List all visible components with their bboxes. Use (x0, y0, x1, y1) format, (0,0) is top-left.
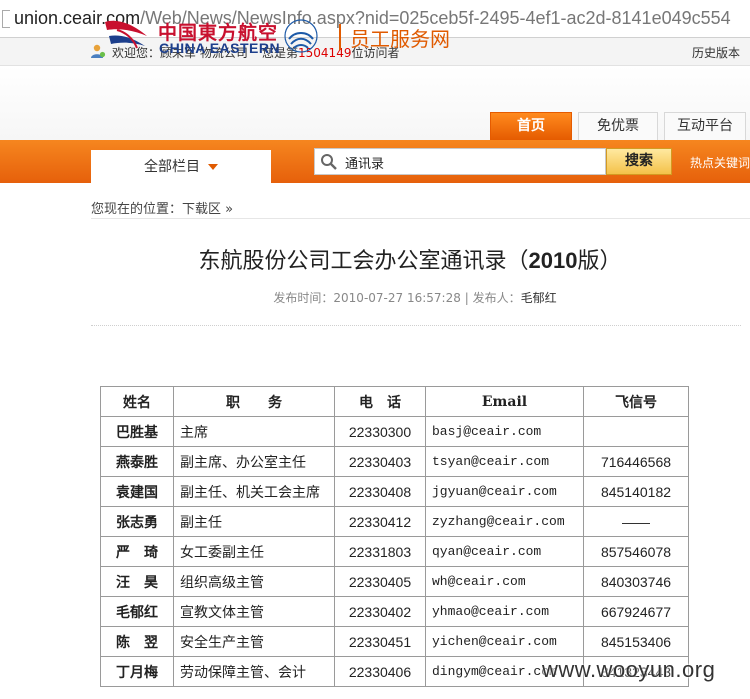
table-row: 张志勇 副主任 22330412 zyzhang@ceair.com —— (100, 506, 689, 537)
cell-fetion: 667924677 (583, 596, 689, 627)
cell-name: 严 琦 (100, 536, 174, 567)
search-icon (321, 154, 337, 170)
cell-fetion: 845153406 (583, 626, 689, 657)
cell-name: 巴胜基 (100, 416, 174, 447)
breadcrumb-prefix: 您现在的位置： (91, 202, 183, 217)
cell-name: 陈 翌 (100, 626, 174, 657)
contact-table: 姓名 职 务 电 话 Email 飞信号 巴胜基 主席 22330300 basj@c… (100, 386, 689, 687)
cell-email[interactable]: zyzhang@ceair.com (425, 506, 584, 537)
meta-separator: | (464, 291, 469, 305)
cell-phone: 22330406 (334, 656, 426, 687)
cell-fetion: 840303746 (583, 566, 689, 597)
cell-phone: 22330408 (334, 476, 426, 507)
history-version-link[interactable]: 历史版本 (692, 44, 740, 61)
china-eastern-logo-icon[interactable] (103, 16, 149, 52)
cell-position: 副主任 (173, 506, 335, 537)
header-fetion: 飞信号 (583, 386, 689, 417)
cell-phone: 22330402 (334, 596, 426, 627)
cell-email[interactable]: tsyan@ceair.com (425, 446, 584, 477)
cell-phone: 22330300 (334, 416, 426, 447)
table-row: 袁建国 副主任、机关工会主席 22330408 jgyuan@ceair.com 845… (100, 476, 689, 507)
cell-email[interactable]: qyan@ceair.com (425, 536, 584, 567)
service-portal-title: 员工服务网 (350, 27, 450, 51)
header-name: 姓名 (100, 386, 174, 417)
chevron-down-icon (208, 164, 218, 170)
cell-phone: 22331803 (334, 536, 426, 567)
cell-position: 主席 (173, 416, 335, 447)
cell-phone: 22330403 (334, 446, 426, 477)
publisher-label: 发布人： (472, 291, 521, 305)
cell-email[interactable]: wh@ceair.com (425, 566, 584, 597)
cell-position: 副主席、办公室主任 (173, 446, 335, 477)
cell-phone: 22330412 (334, 506, 426, 537)
cell-name: 张志勇 (100, 506, 174, 537)
logo-english-name: CHINA EASTERN (159, 40, 281, 56)
tab-home[interactable]: 首页 (490, 112, 572, 140)
cell-position: 宣教文体主管 (173, 596, 335, 627)
search-input[interactable] (345, 152, 600, 172)
cell-position: 劳动保障主管、会计 (173, 656, 335, 687)
cell-name: 汪 昊 (100, 566, 174, 597)
breadcrumb: 您现在的位置：下载区 » (91, 198, 233, 217)
hot-keywords-label: 热点关键词 (690, 156, 750, 170)
publisher-name: 毛郁红 (520, 291, 557, 305)
cell-phone: 22330451 (334, 626, 426, 657)
cell-phone: 22330405 (334, 566, 426, 597)
article-title-tail: 版） (577, 249, 622, 274)
cell-name: 毛郁红 (100, 596, 174, 627)
cell-email[interactable]: jgyuan@ceair.com (425, 476, 584, 507)
tab-discount-ticket[interactable]: 免优票 (578, 112, 658, 140)
skyteam-logo-icon (284, 19, 318, 53)
logo-divider (339, 24, 341, 50)
cell-name: 袁建国 (100, 476, 174, 507)
cell-position: 组织高级主管 (173, 566, 335, 597)
table-row: 汪 昊组织高级主管 22330405 wh@ceair.com 840303746 (100, 566, 689, 597)
cell-position: 副主任、机关工会主席 (173, 476, 335, 507)
cell-fetion (583, 416, 689, 447)
all-categories-dropdown[interactable]: 全部栏目 (91, 150, 271, 183)
table-row: 毛郁红 宣教文体主管 22330402 yhmao@ceair.com 66792467… (100, 596, 689, 627)
breadcrumb-download-area[interactable]: 下载区 (182, 202, 221, 217)
table-row: 陈 翌安全生产主管 22330451 yichen@ceair.com 8451534… (100, 626, 689, 657)
cell-fetion: —— (583, 506, 689, 537)
publish-time-label: 发布时间： (273, 291, 334, 305)
table-row: 严 琦女工委副主任 22331803 qyan@ceair.com 857546078 (100, 536, 689, 567)
dotted-divider (91, 325, 741, 326)
cell-email[interactable]: yhmao@ceair.com (425, 596, 584, 627)
article-title-year: 2010 (528, 248, 578, 273)
cell-name: 燕泰胜 (100, 446, 174, 477)
header-position: 职 务 (173, 386, 335, 417)
watermark-text: www.wooyun.org (542, 657, 716, 682)
article-title: 东航股份公司工会办公室通讯录（2010版） (0, 243, 750, 275)
cell-fetion: 716446568 (583, 446, 689, 477)
tab-interactive-platform[interactable]: 互动平台 (664, 112, 746, 140)
table-header-row: 姓名 职 务 电 话 Email 飞信号 (100, 386, 689, 417)
article-meta: 发布时间：2010-07-27 16:57:28 | 发布人：毛郁红 (0, 289, 750, 306)
header-email: Email (425, 386, 584, 417)
header-phone: 电 话 (334, 386, 426, 417)
table-row: 巴胜基 主席 22330300 basj@ceair.com (100, 416, 689, 447)
cell-fetion: 857546078 (583, 536, 689, 567)
breadcrumb-arrow-icon: » (225, 202, 234, 217)
publish-time: 2010-07-27 16:57:28 (333, 291, 461, 305)
cell-name: 丁月梅 (100, 656, 174, 687)
article-title-main: 东航股份公司工会办公室通讯录（ (198, 249, 529, 274)
search-button[interactable]: 搜索 (606, 148, 672, 175)
cell-position: 女工委副主任 (173, 536, 335, 567)
divider (91, 218, 750, 219)
cell-email[interactable]: yichen@ceair.com (425, 626, 584, 657)
table-row: 燕泰胜 副主席、办公室主任 22330403 tsyan@ceair.com 71644… (100, 446, 689, 477)
cell-email[interactable]: basj@ceair.com (425, 416, 584, 447)
cell-fetion: 845140182 (583, 476, 689, 507)
page-icon (2, 10, 10, 28)
all-categories-label: 全部栏目 (144, 159, 200, 175)
cell-position: 安全生产主管 (173, 626, 335, 657)
